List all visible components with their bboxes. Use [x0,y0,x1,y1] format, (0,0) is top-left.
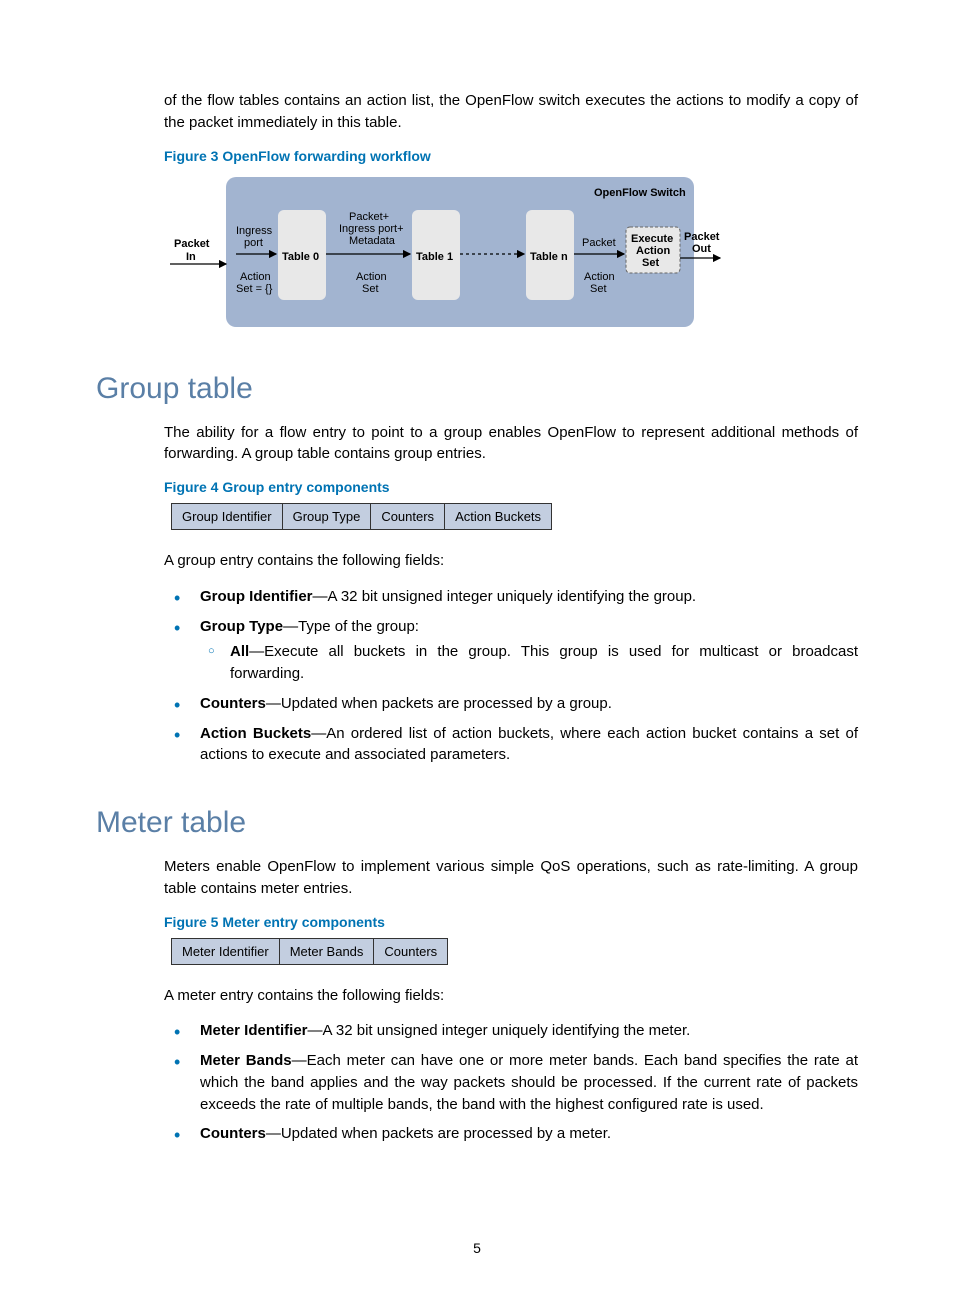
meter-identifier-text: —A 32 bit unsigned integer uniquely iden… [308,1022,691,1039]
group-identifier-text: —A 32 bit unsigned integer uniquely iden… [313,588,697,605]
list-item: Meter Bands—Each meter can have one or m… [164,1050,858,1115]
svg-text:Action: Action [636,245,671,257]
list-item: Group Identifier—A 32 bit unsigned integ… [164,586,858,608]
meter-intro: Meters enable OpenFlow to implement vari… [164,856,858,900]
list-item: Counters—Updated when packets are proces… [164,693,858,715]
figure-4-table: Group Identifier Group Type Counters Act… [171,503,552,530]
list-item: Counters—Updated when packets are proces… [164,1123,858,1145]
group-fields-intro: A group entry contains the following fie… [164,550,858,572]
group-identifier-label: Group Identifier [200,588,313,605]
meter-bands-text: —Each meter can have one or more meter b… [200,1052,858,1113]
svg-text:In: In [186,251,196,263]
svg-text:Set: Set [642,257,659,269]
meter-table-heading: Meter table [96,806,858,840]
svg-text:Packet: Packet [684,231,720,243]
svg-text:Table n: Table n [530,251,568,263]
group-type-label: Group Type [200,618,283,635]
svg-text:Ingress: Ingress [236,225,273,237]
svg-text:Action: Action [356,271,387,283]
page-number: 5 [0,1240,954,1256]
svg-text:Action: Action [584,271,615,283]
svg-text:Packet: Packet [174,238,210,250]
group-type-text: —Type of the group: [283,618,419,635]
svg-text:Execute: Execute [631,233,673,245]
svg-text:Packet+: Packet+ [349,211,389,223]
svg-text:Ingress port+: Ingress port+ [339,223,404,235]
meter-bands-label: Meter Bands [200,1052,292,1069]
table-cell: Meter Bands [279,938,374,964]
intro-paragraph: of the flow tables contains an action li… [164,90,858,134]
svg-text:port: port [244,237,263,249]
table-cell: Counters [374,938,448,964]
meter-counters-label: Counters [200,1125,266,1142]
svg-text:Set = {}: Set = {} [236,283,273,295]
list-item: Group Type—Type of the group: All—Execut… [164,616,858,685]
counters-label: Counters [200,695,266,712]
table-cell: Counters [371,504,445,530]
meter-identifier-label: Meter Identifier [200,1022,308,1039]
svg-text:Set: Set [590,283,607,295]
table-cell: Action Buckets [445,504,552,530]
table-cell: Meter Identifier [172,938,280,964]
svg-text:Out: Out [692,243,711,255]
table-cell: Group Type [282,504,371,530]
all-label: All [230,643,249,660]
figure-4-caption: Figure 4 Group entry components [164,479,858,495]
meter-counters-text: —Updated when packets are processed by a… [266,1125,611,1142]
figure-5-caption: Figure 5 Meter entry components [164,914,858,930]
group-intro: The ability for a flow entry to point to… [164,422,858,466]
meter-fields-intro: A meter entry contains the following fie… [164,985,858,1007]
svg-text:Table 1: Table 1 [416,251,453,263]
svg-text:Packet: Packet [582,237,616,249]
figure-5-table: Meter Identifier Meter Bands Counters [171,938,448,965]
sub-list-item: All—Execute all buckets in the group. Th… [200,641,858,685]
action-buckets-label: Action Buckets [200,725,311,742]
all-text: —Execute all buckets in the group. This … [230,643,858,682]
list-item: Meter Identifier—A 32 bit unsigned integ… [164,1020,858,1042]
list-item: Action Buckets—An ordered list of action… [164,723,858,767]
group-table-heading: Group table [96,372,858,406]
svg-text:Metadata: Metadata [349,235,396,247]
figure-3-caption: Figure 3 OpenFlow forwarding workflow [164,148,858,164]
counters-text: —Updated when packets are processed by a… [266,695,612,712]
svg-text:Action: Action [240,271,271,283]
table-cell: Group Identifier [172,504,283,530]
svg-text:Table 0: Table 0 [282,251,319,263]
svg-text:OpenFlow Switch: OpenFlow Switch [594,187,686,199]
svg-text:Set: Set [362,283,379,295]
figure-3-diagram: OpenFlow Switch Packet In Ingress port A… [164,172,858,332]
